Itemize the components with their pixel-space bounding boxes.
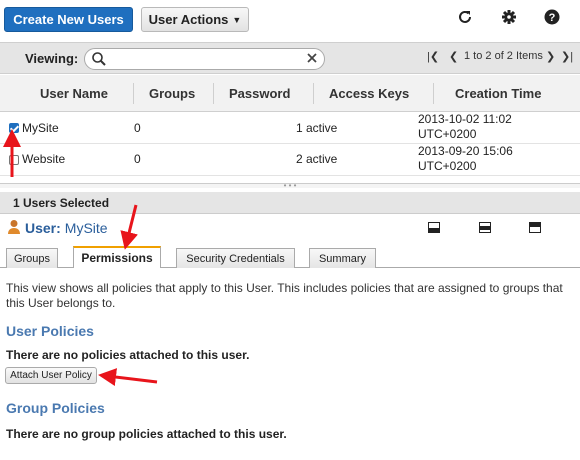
selection-count: 1 Users Selected bbox=[13, 196, 110, 210]
groups-cell: 0 bbox=[134, 152, 141, 166]
user-actions-label: User Actions bbox=[148, 12, 229, 27]
chevron-down-icon: ▼ bbox=[232, 14, 242, 25]
access-keys-cell: 1 active bbox=[296, 121, 338, 135]
attach-user-policy-button[interactable]: Attach User Policy bbox=[5, 367, 97, 384]
col-groups[interactable]: Groups bbox=[149, 86, 195, 101]
pane-splitter[interactable]: • • • bbox=[0, 182, 580, 190]
dock-bottom-icon[interactable] bbox=[428, 222, 440, 233]
pager-status: 1 to 2 of 2 Items bbox=[464, 50, 543, 62]
last-page-icon[interactable]: ❯| bbox=[561, 50, 573, 63]
first-page-icon[interactable]: |❮ bbox=[427, 50, 439, 63]
access-keys-cell: 2 active bbox=[296, 152, 338, 166]
search-icon bbox=[91, 51, 107, 70]
column-divider bbox=[213, 83, 214, 104]
help-icon[interactable]: ? bbox=[542, 7, 562, 27]
table-row[interactable]: Website 0 2 active 2013-09-20 15:06 UTC+… bbox=[0, 144, 580, 176]
col-creation-time[interactable]: Creation Time bbox=[455, 86, 541, 101]
create-new-users-button[interactable]: Create New Users bbox=[4, 7, 133, 32]
tab-permissions[interactable]: Permissions bbox=[73, 246, 161, 268]
column-divider bbox=[313, 83, 314, 104]
creation-time-cell: 2013-10-02 11:02 bbox=[418, 112, 512, 126]
viewing-bar: Viewing: |❮ ❮ 1 to 2 of 2 Items ❯ ❯| bbox=[0, 42, 580, 74]
column-divider bbox=[133, 83, 134, 104]
tab-summary[interactable]: Summary bbox=[309, 248, 376, 268]
next-page-icon[interactable]: ❯ bbox=[546, 50, 555, 63]
user-policies-empty: There are no policies attached to this u… bbox=[6, 348, 250, 362]
user-name-cell[interactable]: Website bbox=[22, 152, 65, 166]
refresh-icon[interactable] bbox=[455, 7, 475, 27]
clear-search-icon[interactable] bbox=[305, 51, 319, 68]
user-icon bbox=[7, 219, 21, 237]
row-checkbox[interactable] bbox=[9, 123, 19, 133]
gear-icon[interactable] bbox=[499, 7, 519, 27]
search-input[interactable] bbox=[109, 51, 299, 67]
tab-groups[interactable]: Groups bbox=[6, 248, 58, 268]
dock-top-icon[interactable] bbox=[529, 222, 541, 233]
annotation-arrow-attach bbox=[98, 368, 158, 387]
col-access-keys[interactable]: Access Keys bbox=[329, 86, 409, 101]
dock-middle-icon[interactable] bbox=[479, 222, 491, 233]
viewing-label: Viewing: bbox=[25, 51, 79, 66]
search-box[interactable] bbox=[84, 48, 325, 70]
group-policies-title: Group Policies bbox=[6, 400, 105, 416]
user-actions-button[interactable]: User Actions ▼ bbox=[141, 7, 249, 32]
col-password[interactable]: Password bbox=[229, 86, 290, 101]
creation-time-zone: UTC+0200 bbox=[418, 159, 477, 173]
tab-security-credentials[interactable]: Security Credentials bbox=[176, 248, 295, 268]
row-checkbox[interactable] bbox=[9, 155, 19, 165]
user-name: MySite bbox=[64, 220, 108, 236]
user-prefix: User: bbox=[25, 220, 61, 236]
creation-time-zone: UTC+0200 bbox=[418, 127, 477, 141]
user-title: User: MySite bbox=[7, 219, 108, 237]
svg-text:?: ? bbox=[549, 12, 556, 24]
groups-cell: 0 bbox=[134, 121, 141, 135]
group-policies-empty: There are no group policies attached to … bbox=[6, 427, 287, 441]
table-row[interactable]: MySite 0 1 active 2013-10-02 11:02 UTC+0… bbox=[0, 112, 580, 144]
user-policies-title: User Policies bbox=[6, 323, 94, 339]
col-user-name[interactable]: User Name bbox=[40, 86, 108, 101]
selection-bar: 1 Users Selected bbox=[0, 192, 580, 214]
prev-page-icon[interactable]: ❮ bbox=[449, 50, 458, 63]
table-header: User Name Groups Password Access Keys Cr… bbox=[0, 75, 580, 112]
user-name-cell[interactable]: MySite bbox=[22, 121, 59, 135]
column-divider bbox=[433, 83, 434, 104]
permissions-description: This view shows all policies that apply … bbox=[6, 281, 563, 310]
creation-time-cell: 2013-09-20 15:06 bbox=[418, 144, 513, 158]
